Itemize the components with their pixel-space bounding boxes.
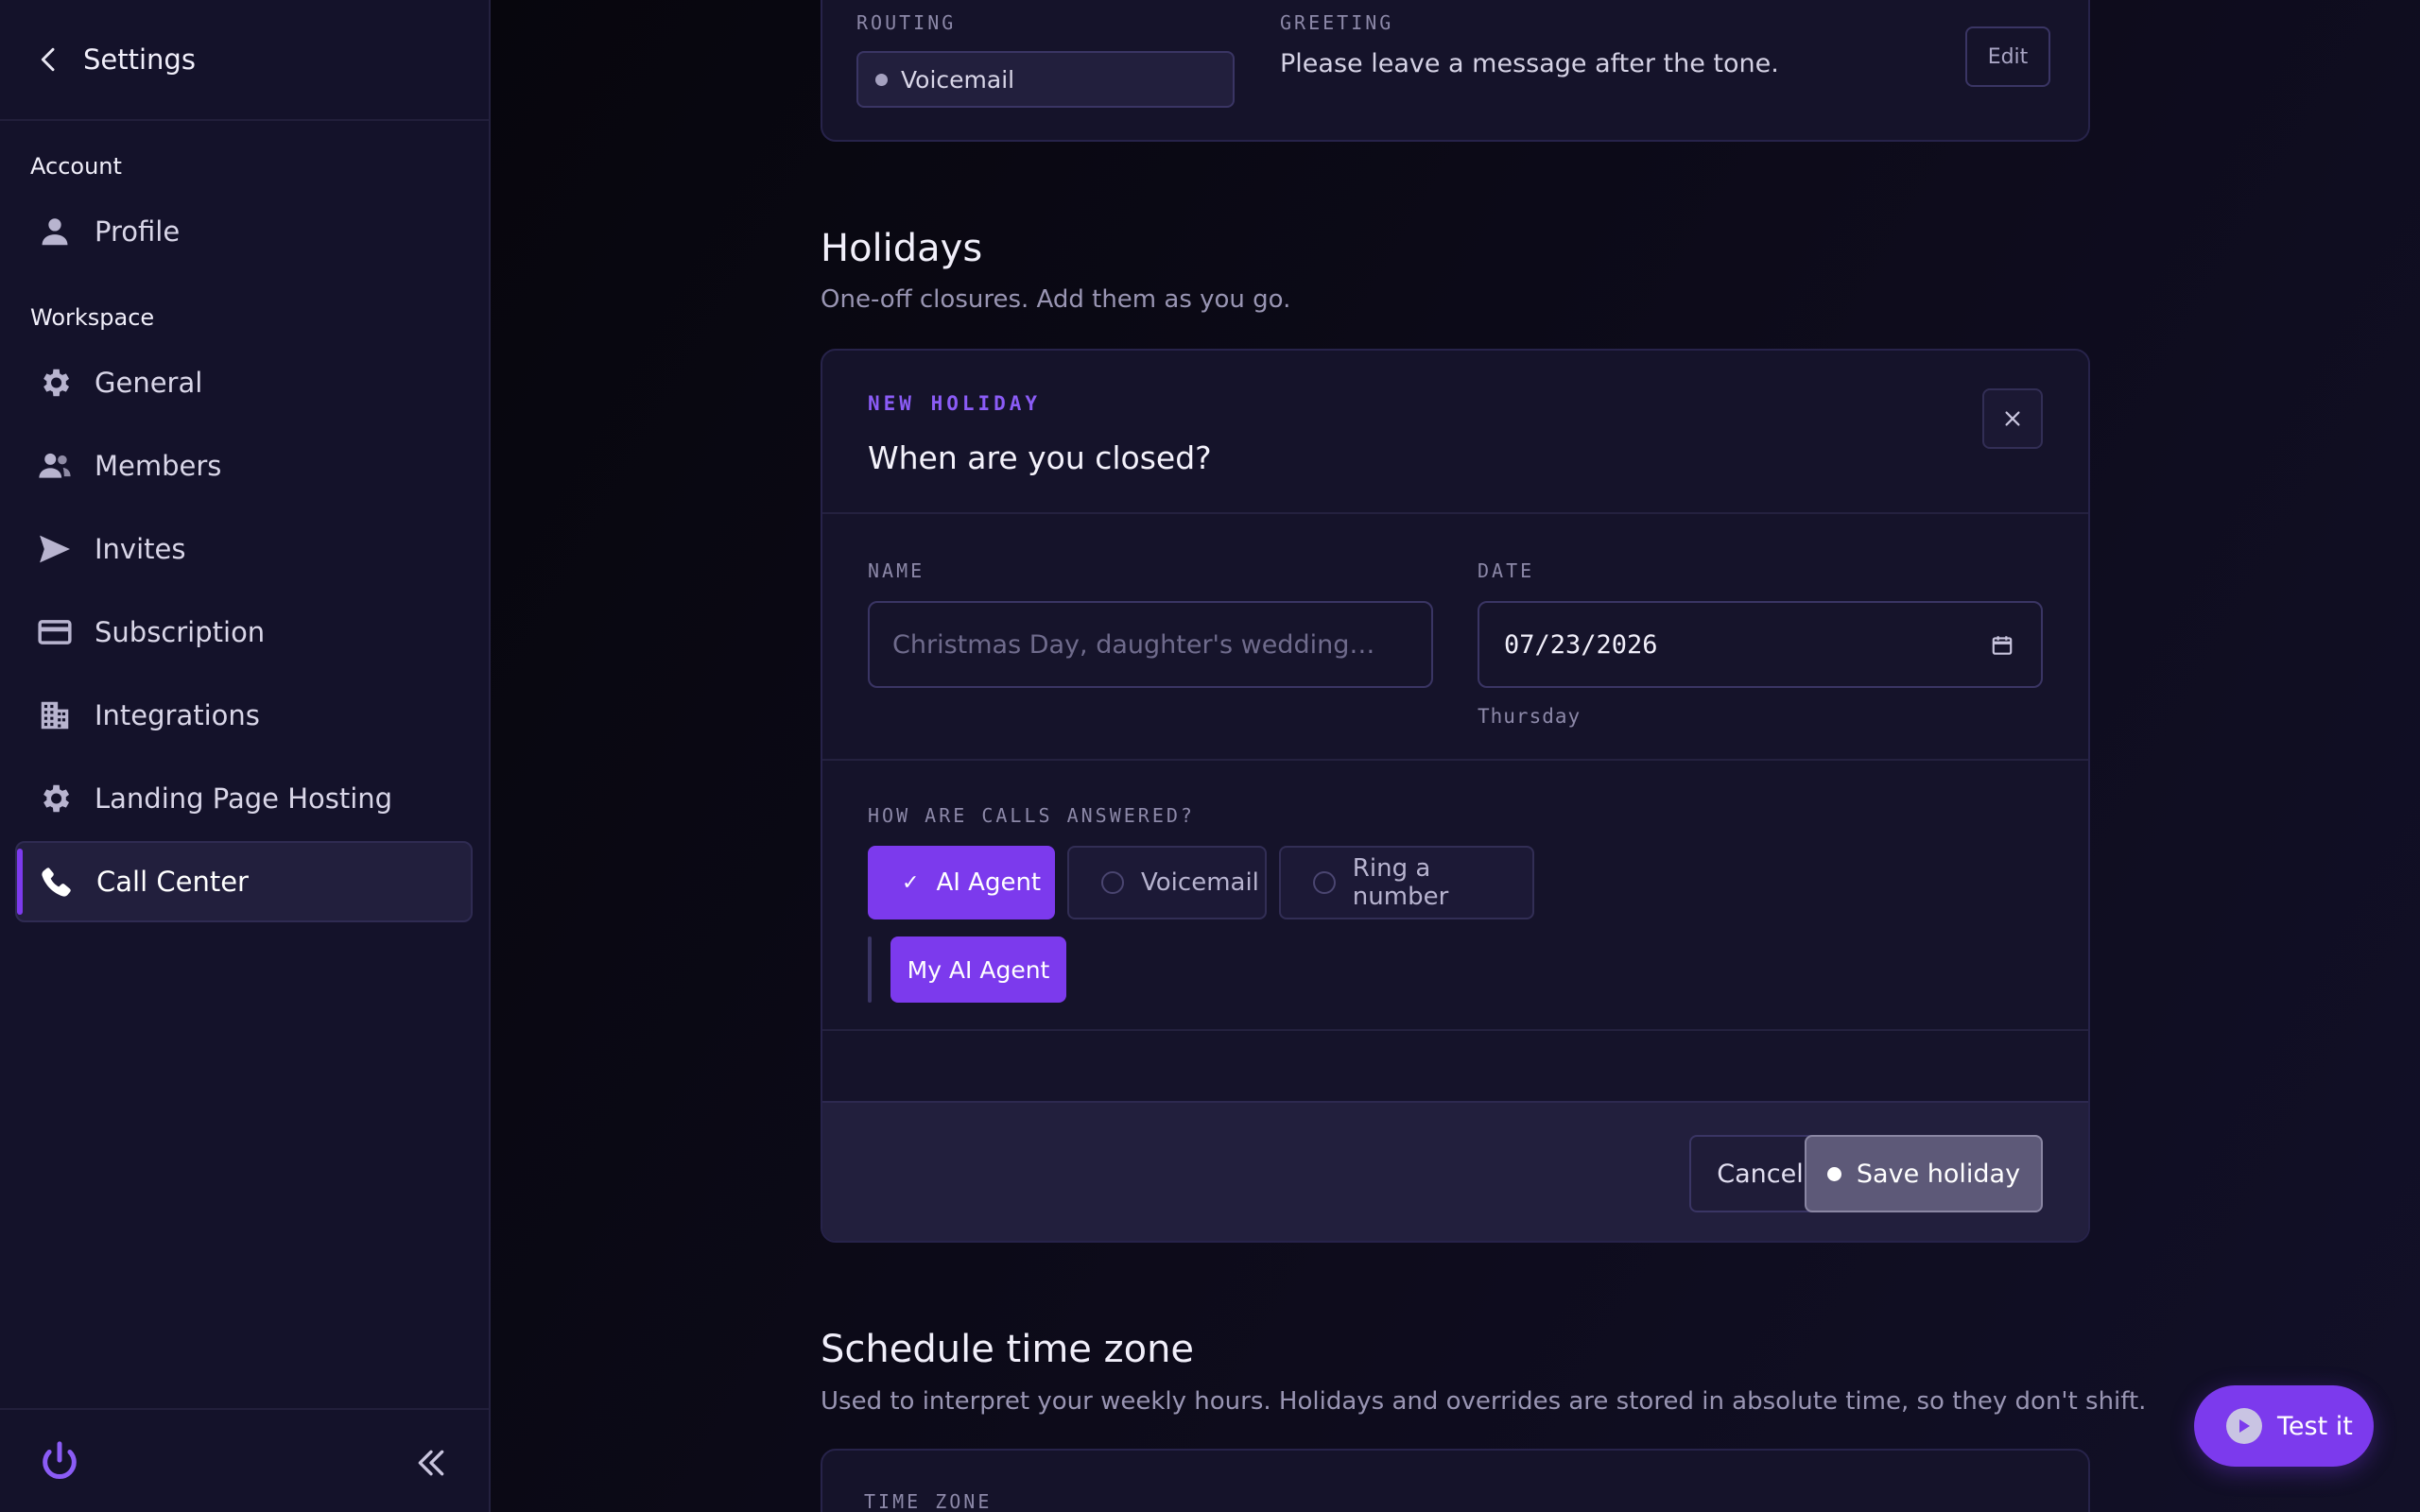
radio-icon xyxy=(1313,871,1336,894)
sidebar-item-label: Integrations xyxy=(95,699,260,731)
sidebar-item-label: General xyxy=(95,367,203,399)
credit-card-icon xyxy=(36,613,74,651)
greeting-text: Please leave a message after the tone. xyxy=(1280,49,1779,78)
timezone-title: Schedule time zone xyxy=(821,1328,1195,1371)
option-label: AI Agent xyxy=(936,868,1042,897)
option-ring-a-number[interactable]: Ring a number xyxy=(1279,846,1534,919)
new-holiday-card: NEW HOLIDAY When are you closed? NAME DA… xyxy=(821,349,2090,1243)
name-label: NAME xyxy=(868,559,925,582)
sidebar-item-integrations[interactable]: Integrations xyxy=(15,675,473,756)
agent-indent-bar xyxy=(868,936,872,1003)
new-holiday-question: When are you closed? xyxy=(868,439,1212,476)
sidebar-item-profile[interactable]: Profile xyxy=(15,191,473,272)
sidebar-header: Settings xyxy=(0,0,489,121)
sidebar-item-label: Landing Page Hosting xyxy=(95,782,393,815)
sidebar-item-label: Profile xyxy=(95,215,181,248)
chevron-left-icon[interactable] xyxy=(34,44,64,75)
calendar-icon[interactable] xyxy=(1990,633,2014,658)
option-voicemail[interactable]: Voicemail xyxy=(1067,846,1267,919)
sidebar-item-subscription[interactable]: Subscription xyxy=(15,592,473,673)
sidebar-item-label: Subscription xyxy=(95,616,266,648)
section-label-workspace: Workspace xyxy=(30,304,155,331)
test-it-button[interactable]: Test it xyxy=(2194,1385,2374,1467)
option-label: Ring a number xyxy=(1352,854,1449,911)
routing-value-pill: Voicemail xyxy=(856,51,1235,108)
sidebar-footer xyxy=(0,1408,489,1512)
calls-answered-label: HOW ARE CALLS ANSWERED? xyxy=(868,804,1195,827)
test-it-label: Test it xyxy=(2277,1411,2353,1441)
power-logo-icon[interactable] xyxy=(38,1438,81,1486)
holidays-title: Holidays xyxy=(821,227,983,270)
routing-card: ROUTING GREETING Voicemail Please leave … xyxy=(821,0,2090,142)
holiday-name-input[interactable] xyxy=(868,601,1433,688)
holiday-fields: NAME DATE 07/23/2026 Thursday xyxy=(822,516,2088,761)
select-agent-button[interactable]: My AI Agent xyxy=(890,936,1066,1003)
timezone-card: TIME ZONE xyxy=(821,1449,2090,1512)
sidebar: Settings Account Profile Workspace Gener… xyxy=(0,0,491,1512)
save-holiday-label: Save holiday xyxy=(1856,1159,2021,1189)
gear-icon xyxy=(36,780,74,817)
users-icon xyxy=(36,447,74,485)
gear-icon xyxy=(36,364,74,402)
sidebar-item-label: Members xyxy=(95,450,222,482)
sidebar-item-general[interactable]: General xyxy=(15,342,473,423)
new-holiday-header: NEW HOLIDAY When are you closed? xyxy=(822,351,2088,514)
sidebar-item-label: Invites xyxy=(95,533,186,565)
phone-icon xyxy=(38,863,76,901)
holidays-subtitle: One-off closures. Add them as you go. xyxy=(821,285,1291,314)
send-icon xyxy=(36,530,74,568)
timezone-label: TIME ZONE xyxy=(864,1490,993,1512)
dot-icon xyxy=(1826,1166,1841,1181)
main-content: ROUTING GREETING Voicemail Please leave … xyxy=(491,0,2420,1512)
sidebar-item-invites[interactable]: Invites xyxy=(15,508,473,590)
routing-label: ROUTING xyxy=(856,11,957,34)
collapse-sidebar-icon[interactable] xyxy=(412,1444,450,1482)
greeting-label: GREETING xyxy=(1280,11,1394,34)
new-holiday-eyebrow: NEW HOLIDAY xyxy=(868,392,1042,415)
close-icon xyxy=(2005,411,2020,426)
save-holiday-button[interactable]: Save holiday xyxy=(1805,1135,2043,1212)
date-label: DATE xyxy=(1478,559,1535,582)
close-button[interactable] xyxy=(1982,388,2043,449)
date-value: 07/23/2026 xyxy=(1504,629,1658,660)
check-icon: ✓ xyxy=(902,870,920,895)
timezone-subtitle: Used to interpret your weekly hours. Hol… xyxy=(821,1387,2147,1416)
holiday-date-input[interactable]: 07/23/2026 xyxy=(1478,601,2043,688)
section-label-account: Account xyxy=(30,153,122,180)
building-icon xyxy=(36,696,74,734)
play-icon xyxy=(2226,1408,2262,1444)
status-dot xyxy=(875,73,888,86)
option-ai-agent[interactable]: ✓ AI Agent xyxy=(868,846,1055,919)
sidebar-item-call-center[interactable]: Call Center xyxy=(15,841,473,922)
option-label: Voicemail xyxy=(1141,868,1259,897)
app-root: Settings Account Profile Workspace Gener… xyxy=(0,0,2420,1512)
person-icon xyxy=(36,213,74,250)
holiday-form-footer: Cancel Save holiday xyxy=(822,1101,2088,1241)
call-handling-section: HOW ARE CALLS ANSWERED? ✓ AI Agent Voice… xyxy=(822,763,2088,1031)
sidebar-item-label: Call Center xyxy=(96,866,249,898)
radio-icon xyxy=(1101,871,1124,894)
routing-value: Voicemail xyxy=(901,65,1015,94)
sidebar-item-landing-page-hosting[interactable]: Landing Page Hosting xyxy=(15,758,473,839)
date-weekday: Thursday xyxy=(1478,705,1582,728)
sidebar-title: Settings xyxy=(83,43,196,76)
sidebar-item-members[interactable]: Members xyxy=(15,425,473,507)
edit-greeting-button[interactable]: Edit xyxy=(1965,26,2050,87)
